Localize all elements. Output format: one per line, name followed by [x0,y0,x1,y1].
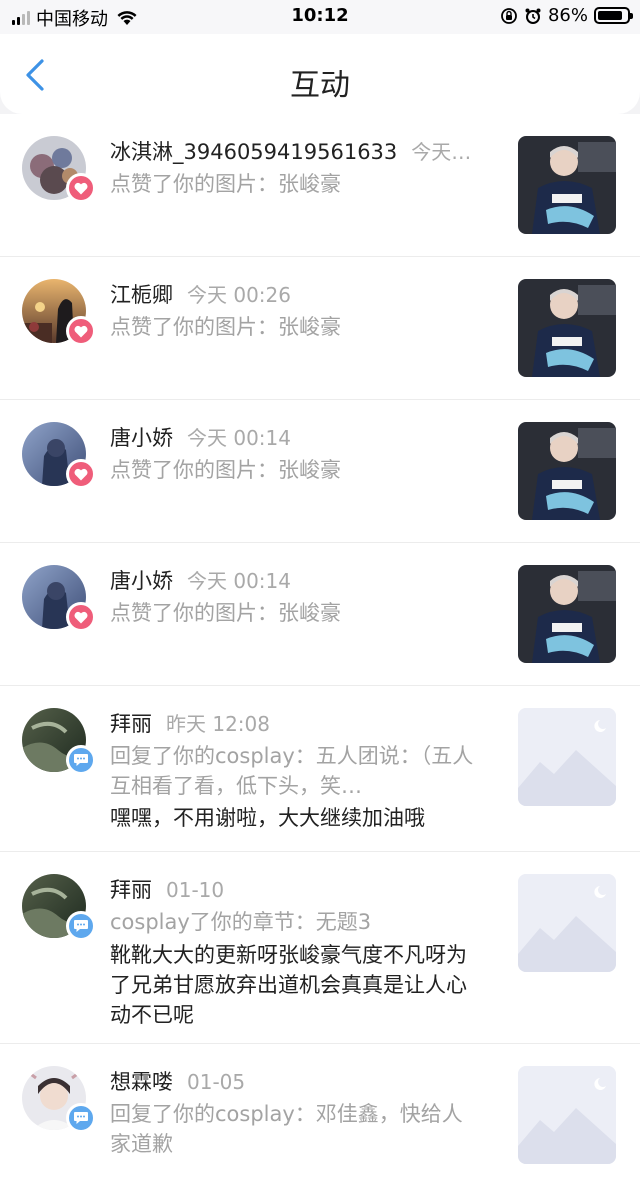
username[interactable]: 想霖喽 [110,1070,173,1094]
list-item[interactable]: 江栀卿 今天 00:26 点赞了你的图片：张峻豪 [0,257,640,400]
battery-fill [598,11,623,20]
timestamp: 昨天 12:08 [166,712,270,736]
heart-icon [74,468,88,480]
username-row: 冰淇淋_3946059419561633 今天… [110,136,471,166]
username-row: 拜丽 01-10 [110,874,224,904]
reply-content: 嘿嘿，不用谢啦，大大继续加油哦 [110,806,425,830]
like-badge [66,173,96,203]
action-text: cosplay了你的章节：无题3 [110,910,372,934]
username[interactable]: 拜丽 [110,712,152,736]
timestamp: 01-10 [166,878,225,902]
like-badge [66,459,96,489]
username-row: 拜丽 昨天 12:08 [110,708,270,738]
username[interactable]: 唐小娇 [110,426,173,450]
action-text: 点赞了你的图片：张峻豪 [110,601,341,625]
like-badge [66,316,96,346]
interaction-list: 冰淇淋_3946059419561633 今天… 点赞了你的图片：张峻豪 江栀卿今… [0,114,640,1184]
page-title: 互动 [290,68,350,103]
list-item[interactable]: 想霖喽 01-05 回复了你的cosplay：邓佳鑫，快给人家道歉 [0,1044,640,1184]
timestamp: 今天 00:14 [187,426,291,450]
chat-bubble-icon [74,754,88,766]
action-text: 点赞了你的图片：张峻豪 [110,315,341,339]
image-placeholder-icon [518,874,616,972]
action-text: 点赞了你的图片：张峻豪 [110,458,341,482]
action-text: 回复了你的cosplay：邓佳鑫，快给人家道歉 [110,1102,463,1156]
reply-content: 靴靴大大的更新呀张峻豪气度不凡呀为了兄弟甘愿放弃出道机会真真是让人心动不已呢 [110,943,467,1027]
photo-thumbnail[interactable] [518,565,616,663]
reply-badge [66,1103,96,1133]
username[interactable]: 唐小娇 [110,569,173,593]
list-item[interactable]: 拜丽 昨天 12:08 回复了你的cosplay：五人团说：（五人互相看了看，低下… [0,686,640,852]
heart-icon [74,611,88,623]
list-item[interactable]: 唐小娇 今天 00:14 点赞了你的图片：张峻豪 [0,543,640,686]
timestamp: 今天 00:26 [187,283,291,307]
username[interactable]: 江栀卿 [110,283,173,307]
action-text: 点赞了你的图片：张峻豪 [110,172,341,196]
reply-badge [66,745,96,775]
alarm-icon [525,8,541,24]
status-bar: 中国移动 10:12 86% [0,0,640,34]
chat-bubble-icon [74,1112,88,1124]
heart-icon [74,182,88,194]
placeholder-thumbnail[interactable] [518,874,616,972]
username-row: 唐小娇 今天 00:14 [110,422,291,452]
photo-thumbnail[interactable] [518,279,616,377]
chat-bubble-icon [74,920,88,932]
username[interactable]: 拜丽 [110,878,152,902]
heart-icon [74,325,88,337]
placeholder-thumbnail[interactable] [518,1066,616,1164]
status-right: 86% [500,5,633,26]
list-item[interactable]: 拜丽 01-10 cosplay了你的章节：无题3 靴靴大大的更新呀张峻豪气度不凡… [0,852,640,1044]
reply-badge [66,911,96,941]
timestamp: 今天 00:14 [187,569,291,593]
like-badge [66,602,96,632]
username[interactable]: 冰淇淋_3946059419561633 [110,140,397,164]
photo-thumbnail[interactable] [518,422,616,520]
photo-thumbnail[interactable] [518,136,616,234]
username-row: 想霖喽 01-05 [110,1066,245,1096]
username-row: 唐小娇 今天 00:14 [110,565,291,595]
battery-percent: 86% [547,5,588,26]
list-item[interactable]: 冰淇淋_3946059419561633 今天… 点赞了你的图片：张峻豪 [0,114,640,257]
timestamp: 01-05 [187,1070,246,1094]
list-item[interactable]: 唐小娇 今天 00:14 点赞了你的图片：张峻豪 [0,400,640,543]
nav-bar: 互动 [0,34,640,114]
placeholder-thumbnail[interactable] [518,708,616,806]
orientation-lock-icon [501,7,517,24]
image-placeholder-icon [518,708,616,806]
image-placeholder-icon [518,1066,616,1164]
action-text: 回复了你的cosplay：五人团说：（五人互相看了看，低下头，笑… [110,744,474,798]
battery-icon [594,7,633,24]
username-row: 江栀卿 今天 00:26 [110,279,291,309]
timestamp: 今天… [411,140,472,164]
